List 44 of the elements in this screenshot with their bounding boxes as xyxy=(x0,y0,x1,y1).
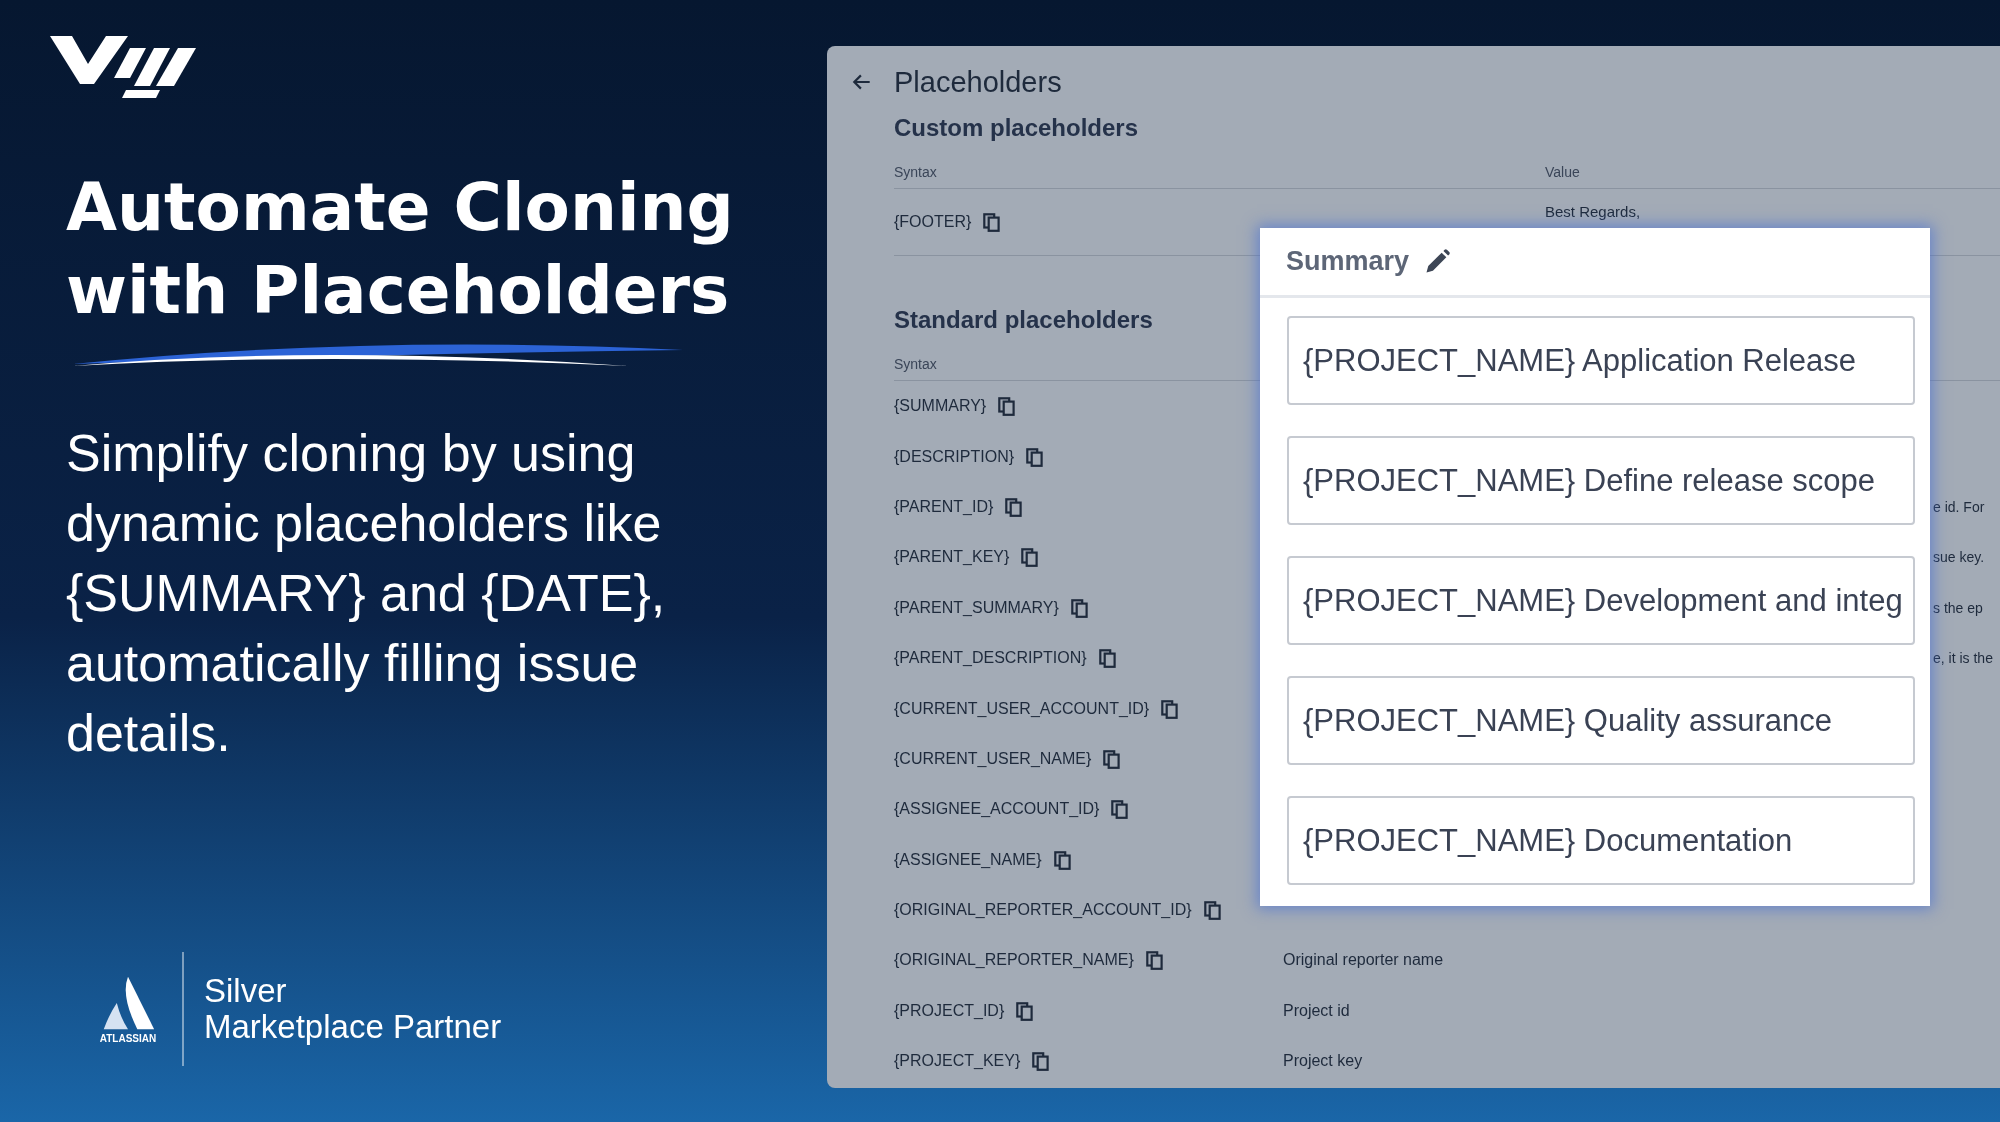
column-header: Syntax xyxy=(894,164,938,180)
placeholder-syntax: {ORIGINAL_REPORTER_ACCOUNT_ID} xyxy=(894,901,1192,920)
description: Simplify cloning by using dynamic placeholders like {SUMMARY} and {DATE}, automatically filling issue details. xyxy=(66,423,667,764)
placeholder-description: sue key. xyxy=(1933,549,1985,566)
placeholder-syntax: {PARENT_DESCRIPTION} xyxy=(894,649,1087,668)
placeholder-syntax: {FOOTER} xyxy=(894,213,972,231)
copy-icon[interactable] xyxy=(1096,647,1119,670)
brand-label: ATLASSIAN xyxy=(99,1032,157,1044)
headline: Automate Cloning with Placeholders xyxy=(66,168,735,331)
summary-input-field[interactable]: {PROJECT_NAME} Define release scope xyxy=(1287,436,1915,525)
placeholder-syntax: {ASSIGNEE_NAME} xyxy=(894,850,1042,869)
placeholder-description: s the ep xyxy=(1933,599,1983,616)
summary-input-field[interactable]: {PROJECT_NAME} Quality assurance xyxy=(1287,676,1915,765)
placeholder-syntax: {ORIGINAL_REPORTER_NAME} xyxy=(894,951,1134,970)
partner-program-label: Marketplace Partner xyxy=(204,1009,502,1045)
placeholder-syntax: {CURRENT_USER_NAME} xyxy=(894,749,1092,768)
summary-input-field[interactable]: {PROJECT_NAME} Development and integ xyxy=(1287,556,1915,645)
placeholder-syntax: {DESCRIPTION} xyxy=(894,447,1015,466)
placeholder-value: Best Regards, xyxy=(1545,202,1641,222)
placeholder-syntax: {PARENT_KEY} xyxy=(894,548,1010,567)
placeholder-description: Project key xyxy=(1283,1052,1363,1071)
placeholder-syntax: {SUMMARY} xyxy=(894,397,987,416)
placeholder-syntax: {PROJECT_KEY} xyxy=(894,1052,1021,1071)
section-title: Standard placeholders xyxy=(894,305,1154,335)
column-header: Value xyxy=(1545,164,1580,180)
placeholder-syntax: {ASSIGNEE_ACCOUNT_ID} xyxy=(894,800,1100,819)
copy-icon[interactable] xyxy=(1143,949,1166,972)
placeholder-syntax: {PARENT_SUMMARY} xyxy=(894,598,1059,617)
partner-tier-label: Silver xyxy=(204,973,288,1009)
placeholder-syntax: {CURRENT_USER_ACCOUNT_ID} xyxy=(894,699,1150,718)
copy-icon[interactable] xyxy=(1068,596,1091,619)
copy-icon[interactable] xyxy=(1201,899,1224,922)
field-label: Summary xyxy=(1286,246,1410,277)
placeholder-syntax: {PARENT_ID} xyxy=(894,497,994,516)
placeholder-description: Original reporter name xyxy=(1283,951,1444,970)
summary-input-field[interactable]: {PROJECT_NAME} Documentation xyxy=(1287,796,1915,885)
placeholder-description: Project id xyxy=(1283,1001,1350,1020)
page-title: Placeholders xyxy=(894,65,1062,99)
section-title: Custom placeholders xyxy=(894,113,1140,143)
summary-input-field[interactable]: {PROJECT_NAME} Application Release xyxy=(1287,316,1915,405)
placeholder-description: e, it is the xyxy=(1933,650,1993,667)
placeholder-description: e id. For xyxy=(1933,498,1985,515)
placeholder-syntax: {PROJECT_ID} xyxy=(894,1001,1005,1020)
copy-icon[interactable] xyxy=(1051,848,1074,871)
